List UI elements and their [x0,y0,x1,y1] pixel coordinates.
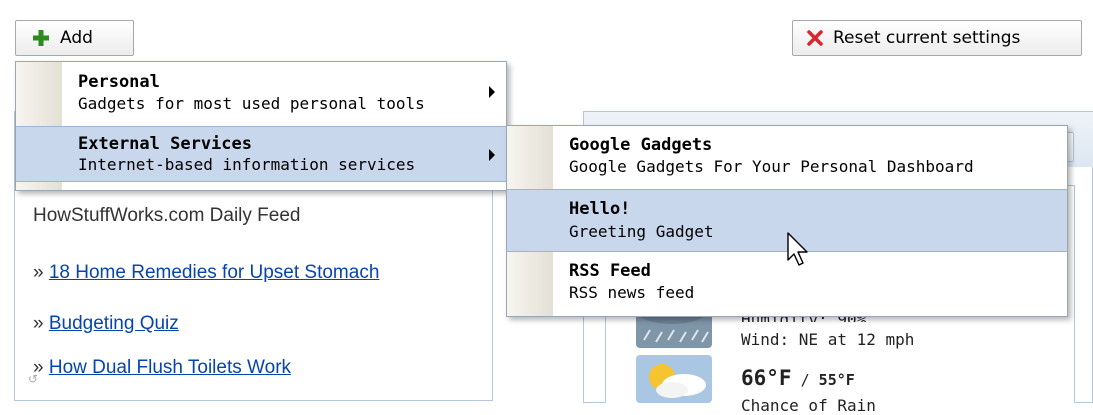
weather-wind: Wind: NE at 12 mph [741,330,915,349]
feed-link[interactable]: Budgeting Quiz [49,313,179,334]
feed-bullet: » [33,313,44,334]
chevron-right-icon [489,86,495,98]
weather-condition: Chance of Rain [741,396,876,415]
add-menu: Personal Gadgets for most used personal … [15,61,507,191]
menu-item-subtitle: Internet-based information services [78,155,416,174]
feed-title: HowStuffWorks.com Daily Feed [33,205,301,226]
add-button[interactable]: Add [15,20,134,56]
feed-link-item: » Budgeting Quiz [33,313,179,335]
external-services-submenu: Google Gadgets Google Gadgets For Your P… [506,125,1068,317]
mouse-pointer-icon [787,232,813,272]
menu-item-personal[interactable]: Personal Gadgets for most used personal … [16,62,506,126]
menu-item-title: External Services [78,134,252,154]
menu-item-subtitle: Greeting Gadget [569,222,714,241]
chevron-right-icon [489,149,495,161]
menu-item-google-gadgets[interactable]: Google Gadgets Google Gadgets For Your P… [507,126,1067,189]
temperature-separator: / [791,371,819,389]
reset-settings-button[interactable]: Reset current settings [792,20,1082,56]
feed-link[interactable]: 18 Home Remedies for Upset Stomach [49,262,380,283]
feed-link-item: » How Dual Flush Toilets Work [33,357,291,379]
add-button-label: Add [60,28,93,48]
partly-cloudy-weather-icon [636,355,712,403]
feed-link[interactable]: How Dual Flush Toilets Work [49,357,291,378]
feed-link-item: » 18 Home Remedies for Upset Stomach [33,262,379,284]
menu-item-title: Google Gadgets [569,135,713,155]
weather-temperature: 66°F / 55°F [741,366,855,390]
feed-bullet: » [33,262,44,283]
menu-item-external-services[interactable]: External Services Internet-based informa… [16,126,506,182]
weather-low: 55°F [818,371,855,389]
refresh-icon: ↺ [28,372,39,386]
plus-icon [32,29,50,47]
menu-item-title: Personal [78,72,160,92]
menu-item-title: RSS Feed [569,261,651,281]
menu-item-subtitle: Gadgets for most used personal tools [78,94,425,113]
close-icon [807,30,823,46]
reset-button-label: Reset current settings [833,28,1021,48]
menu-item-subtitle: RSS news feed [569,283,695,302]
menu-item-title: Hello! [569,199,631,219]
weather-high: 66°F [741,366,792,390]
menu-item-subtitle: Google Gadgets For Your Personal Dashboa… [569,157,974,176]
